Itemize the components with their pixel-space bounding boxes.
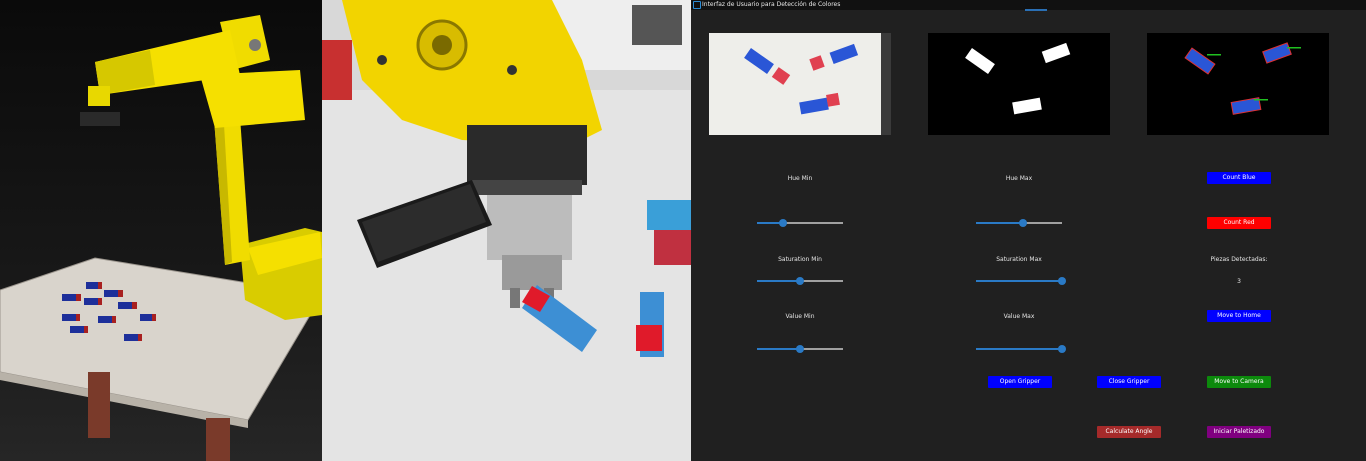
slider-thumb[interactable] (796, 345, 804, 353)
app-icon (693, 1, 701, 9)
iniciar-paletizado-button[interactable]: Iniciar Paletizado (1207, 426, 1271, 438)
slider-thumb[interactable] (796, 277, 804, 285)
slider-fill (757, 348, 800, 350)
slider-thumb[interactable] (778, 219, 787, 227)
saturation-min-slider[interactable] (757, 276, 843, 286)
count-blue-button[interactable]: Count Blue (1207, 172, 1271, 184)
hue-max-label: Hue Max (1005, 175, 1033, 182)
value-min-label: Value Min (785, 313, 815, 320)
slider-thumb[interactable] (1058, 277, 1066, 285)
slider-fill (976, 222, 1024, 224)
value-min-slider[interactable] (757, 344, 843, 354)
title-accent (1025, 9, 1047, 11)
detected-pieces-label: Piezas Detectadas: (1210, 256, 1268, 263)
hue-min-slider[interactable] (757, 218, 843, 228)
camera-feed-view (709, 33, 891, 135)
color-mask-view (928, 33, 1110, 135)
open-gripper-button[interactable]: Open Gripper (988, 376, 1052, 388)
count-red-button[interactable]: Count Red (1207, 217, 1271, 229)
saturation-min-label: Saturation Min (778, 256, 822, 263)
color-detection-app: Interfaz de Usuario para Detección de Co… (691, 0, 1366, 461)
hue-max-slider[interactable] (976, 218, 1062, 228)
title-bar: Interfaz de Usuario para Detección de Co… (691, 0, 1366, 11)
detected-overlay-image (1147, 33, 1329, 135)
window-title: Interfaz de Usuario para Detección de Co… (702, 1, 841, 8)
detected-overlay-view (1147, 33, 1329, 135)
slider-fill (976, 280, 1062, 282)
detected-pieces-count: 3 (1237, 278, 1241, 285)
slider-thumb[interactable] (1019, 219, 1028, 227)
saturation-max-slider[interactable] (976, 276, 1066, 286)
slider-thumb[interactable] (1058, 345, 1066, 353)
close-gripper-button[interactable]: Close Gripper (1097, 376, 1161, 388)
slider-fill (757, 280, 800, 282)
calculate-angle-button[interactable]: Calculate Angle (1097, 426, 1161, 438)
robot-photo (322, 0, 691, 461)
robot-photo-image (322, 0, 691, 461)
move-to-home-button[interactable]: Move to Home (1207, 310, 1271, 322)
saturation-max-label: Saturation Max (996, 256, 1042, 263)
robot-simulation-render (0, 0, 322, 461)
move-to-camera-button[interactable]: Move to Camera (1207, 376, 1271, 388)
slider-fill (976, 348, 1062, 350)
robot-simulation-image (0, 15, 322, 461)
hue-min-label: Hue Min (787, 175, 813, 182)
camera-feed-image (709, 33, 891, 135)
value-max-slider[interactable] (976, 344, 1066, 354)
value-max-label: Value Max (1003, 313, 1035, 320)
color-mask-image (928, 33, 1110, 135)
